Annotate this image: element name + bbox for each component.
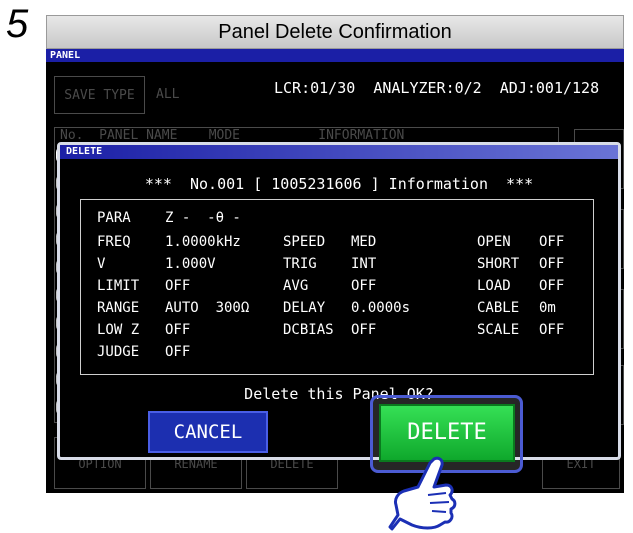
limit-label: LIMIT — [97, 278, 140, 294]
speed-value: MED — [351, 234, 377, 250]
delete-dialog: DELETE *** No.001 [ 1005231606 ] Informa… — [57, 142, 621, 473]
page-title: Panel Delete Confirmation — [46, 15, 624, 49]
scale-label: SCALE — [477, 322, 520, 338]
speed-label: SPEED — [283, 234, 326, 250]
v-value: 1.000V — [165, 256, 216, 272]
dialog-title: DELETE — [60, 145, 618, 159]
dcbias-value: OFF — [351, 322, 377, 338]
cancel-button[interactable]: CANCEL — [148, 411, 268, 453]
para-label: PARA — [97, 210, 131, 226]
freq-value: 1.0000kHz — [165, 234, 241, 250]
panel-list-header: No. PANEL NAME MODE INFORMATION — [60, 128, 405, 143]
step-number: 5 — [6, 2, 29, 46]
para-value: Z - -θ - — [165, 210, 241, 226]
scale-value: OFF — [539, 322, 565, 338]
lowz-label: LOW Z — [97, 322, 140, 338]
info-row-freq: FREQ 1.0000kHz SPEED MED OPEN OFF — [97, 234, 564, 256]
delete-button[interactable]: DELETE — [379, 404, 515, 462]
save-type-value: ALL — [156, 87, 180, 102]
info-row-para: PARA Z - -θ - — [97, 210, 241, 232]
short-value: OFF — [539, 256, 565, 272]
cable-label: CABLE — [477, 300, 520, 316]
delay-label: DELAY — [283, 300, 326, 316]
judge-label: JUDGE — [97, 344, 140, 360]
panel-window-title: PANEL — [46, 49, 624, 62]
dcbias-label: DCBIAS — [283, 322, 334, 338]
memory-status: LCR:01/30 ANALYZER:0/2 ADJ:001/128 — [274, 79, 600, 97]
freq-label: FREQ — [97, 234, 131, 250]
load-value: OFF — [539, 278, 565, 294]
info-row-judge: JUDGE OFF — [97, 344, 190, 366]
range-value: AUTO 300Ω — [165, 300, 250, 316]
confirm-message: Delete this Panel OK? — [244, 385, 434, 403]
trig-value: INT — [351, 256, 377, 272]
info-row-lowz: LOW Z OFF DCBIAS OFF SCALE OFF — [97, 322, 564, 344]
short-label: SHORT — [477, 256, 520, 272]
info-row-range: RANGE AUTO 300Ω DELAY 0.0000s CABLE 0m — [97, 300, 556, 322]
pointing-hand-icon — [388, 456, 457, 531]
v-label: V — [97, 256, 106, 272]
avg-label: AVG — [283, 278, 309, 294]
judge-value: OFF — [165, 344, 191, 360]
open-label: OPEN — [477, 234, 511, 250]
load-label: LOAD — [477, 278, 511, 294]
cable-value: 0m — [539, 300, 556, 316]
panel-info-headline: *** No.001 [ 1005231606 ] Information **… — [144, 175, 534, 193]
trig-label: TRIG — [283, 256, 317, 272]
limit-value: OFF — [165, 278, 191, 294]
open-value: OFF — [539, 234, 565, 250]
delay-value: 0.0000s — [351, 300, 411, 316]
save-type-button[interactable]: SAVE TYPE — [54, 76, 145, 114]
info-row-limit: LIMIT OFF AVG OFF LOAD OFF — [97, 278, 564, 300]
panel-info-box: PARA Z - -θ - FREQ 1.0000kHz SPEED MED O… — [80, 199, 594, 375]
avg-value: OFF — [351, 278, 377, 294]
range-label: RANGE — [97, 300, 140, 316]
info-row-v: V 1.000V TRIG INT SHORT OFF — [97, 256, 564, 278]
lowz-value: OFF — [165, 322, 191, 338]
